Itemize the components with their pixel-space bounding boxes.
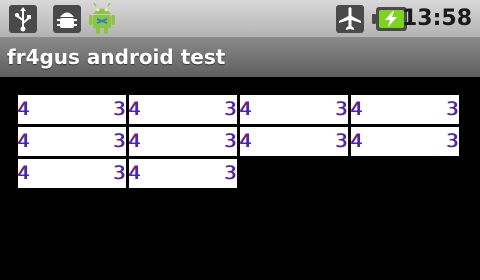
cell-right-value: 33 <box>445 98 459 120</box>
cell-right-value: 33 <box>445 130 459 152</box>
grid-cell[interactable]: 44 33 <box>128 159 237 188</box>
usb-icon <box>8 4 38 34</box>
title-bar: fr4gus android test <box>0 38 480 77</box>
cell-right-value: 33 <box>334 98 348 120</box>
cell-right-value: 33 <box>112 98 126 120</box>
debug-icon <box>52 4 82 34</box>
cell-left-value: 44 <box>17 130 31 152</box>
cell-left-value: 44 <box>239 130 253 152</box>
cell-left-value: 44 <box>17 98 31 120</box>
cell-left-value: 44 <box>239 98 253 120</box>
cell-left-value: 44 <box>128 98 142 120</box>
status-clock: 13:58 <box>401 6 472 31</box>
cell-right-value: 33 <box>223 162 237 184</box>
cell-left-value: 44 <box>350 130 364 152</box>
cell-left-value: 44 <box>17 162 31 184</box>
grid-cell[interactable]: 44 33 <box>350 127 459 156</box>
cell-right-value: 33 <box>112 162 126 184</box>
cell-left-value: 44 <box>128 162 142 184</box>
airplane-mode-icon <box>335 4 365 34</box>
grid-cell[interactable]: 44 33 <box>350 95 459 124</box>
content-area: 44 33 44 33 44 33 44 33 44 33 44 33 44 3… <box>0 77 480 280</box>
grid-cell[interactable]: 44 33 <box>128 127 237 156</box>
cell-right-value: 33 <box>112 130 126 152</box>
grid-cell[interactable]: 44 33 <box>128 95 237 124</box>
cell-right-value: 33 <box>334 130 348 152</box>
grid-cell[interactable]: 44 33 <box>17 159 126 188</box>
app-title: fr4gus android test <box>7 45 226 69</box>
status-bar: 13:58 <box>0 0 480 38</box>
cell-left-value: 44 <box>128 130 142 152</box>
cell-right-value: 33 <box>223 130 237 152</box>
grid-cell[interactable]: 44 33 <box>17 127 126 156</box>
grid-cell[interactable]: 44 33 <box>239 127 348 156</box>
grid-cell[interactable]: 44 33 <box>239 95 348 124</box>
cell-left-value: 44 <box>350 98 364 120</box>
android-icon <box>86 2 118 36</box>
grid-cell[interactable]: 44 33 <box>17 95 126 124</box>
cell-right-value: 33 <box>223 98 237 120</box>
